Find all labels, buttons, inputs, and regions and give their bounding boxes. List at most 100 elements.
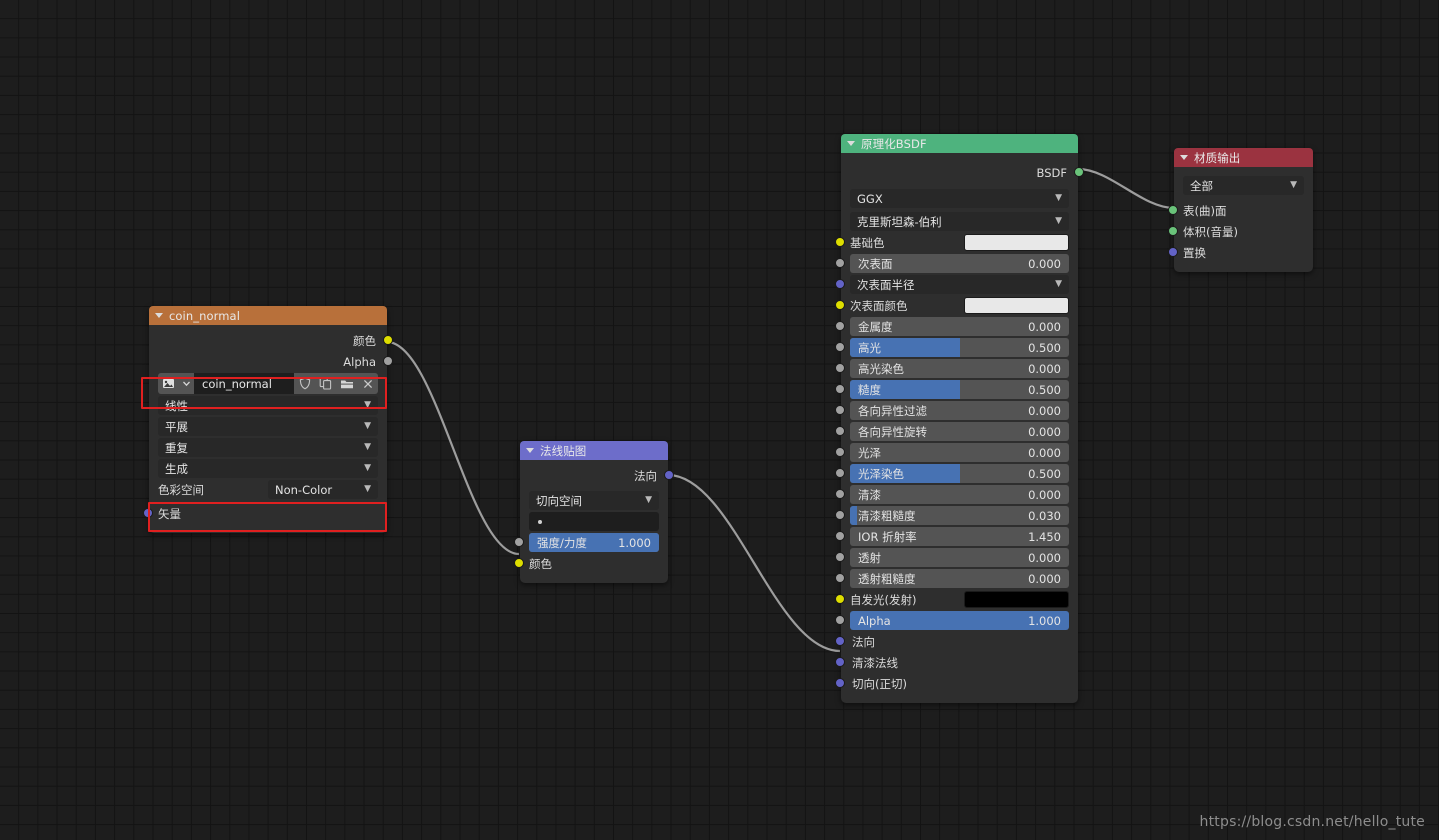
unlink-x-icon[interactable]: [357, 373, 378, 394]
socket-value-input[interactable]: [835, 321, 845, 331]
output-color: 颜色: [158, 331, 393, 350]
color-swatch[interactable]: [964, 591, 1069, 608]
node-image-texture[interactable]: coin_normal 颜色 Alpha coin_normal 线性 ▼ 平展…: [143, 306, 393, 533]
uvmap-field[interactable]: [529, 512, 659, 531]
bsdf-slider[interactable]: 高光染色 0.000: [850, 359, 1069, 378]
space-dropdown[interactable]: 切向空间 ▼: [529, 491, 659, 510]
slider-label: 光泽: [858, 445, 881, 460]
source-dropdown-row: 生成 ▼: [158, 459, 378, 478]
socket-volume-input[interactable]: [1168, 226, 1178, 236]
bsdf-property-row: 法向: [835, 632, 1069, 651]
node-header-principled-bsdf[interactable]: 原理化BSDF: [841, 134, 1078, 153]
node-title: coin_normal: [169, 308, 240, 323]
bsdf-slider[interactable]: 光泽染色 0.500: [850, 464, 1069, 483]
socket-value-input[interactable]: [835, 573, 845, 583]
node-normal-map[interactable]: 法线贴图 法向 切向空间 ▼ 强度/力度 1.000 颜色: [514, 441, 674, 583]
bsdf-slider[interactable]: 金属度 0.000: [850, 317, 1069, 336]
socket-value-input[interactable]: [835, 552, 845, 562]
socket-value-input[interactable]: [835, 342, 845, 352]
bsdf-dropdown[interactable]: 次表面半径 ▼: [850, 275, 1069, 294]
bsdf-slider[interactable]: IOR 折射率 1.450: [850, 527, 1069, 546]
node-material-output[interactable]: 材质输出 全部 ▼ 表(曲)面 体积(音量) 置换: [1168, 148, 1313, 272]
color-swatch[interactable]: [964, 297, 1069, 314]
socket-strength-input[interactable]: [514, 537, 524, 547]
browse-chevron-icon[interactable]: [179, 373, 194, 394]
bsdf-slider[interactable]: Alpha 1.000: [850, 611, 1069, 630]
socket-value-input[interactable]: [835, 384, 845, 394]
collapse-triangle-icon[interactable]: [1180, 155, 1188, 160]
open-folder-icon[interactable]: [336, 373, 357, 394]
socket-vector-input[interactable]: [835, 279, 845, 289]
strength-slider[interactable]: 强度/力度 1.000: [529, 533, 659, 552]
uvmap-row: [529, 512, 659, 531]
socket-color-input[interactable]: [835, 300, 845, 310]
node-editor-canvas[interactable]: coin_normal 颜色 Alpha coin_normal 线性 ▼ 平展…: [0, 0, 1439, 840]
uvmap-dot-icon: [538, 519, 542, 524]
socket-surface-input[interactable]: [1168, 205, 1178, 215]
bsdf-slider[interactable]: 各向异性过滤 0.000: [850, 401, 1069, 420]
socket-vector-input[interactable]: [143, 508, 153, 518]
bsdf-slider[interactable]: 透射粗糙度 0.000: [850, 569, 1069, 588]
bsdf-slider[interactable]: 清漆 0.000: [850, 485, 1069, 504]
socket-value-input[interactable]: [835, 426, 845, 436]
socket-value-input[interactable]: [835, 447, 845, 457]
socket-bsdf-output[interactable]: [1074, 167, 1084, 177]
socket-color-input[interactable]: [514, 558, 524, 568]
collapse-triangle-icon[interactable]: [526, 448, 534, 453]
color-swatch[interactable]: [964, 234, 1069, 251]
socket-displacement-input[interactable]: [1168, 247, 1178, 257]
collapse-triangle-icon[interactable]: [847, 141, 855, 146]
bsdf-slider[interactable]: 透射 0.000: [850, 548, 1069, 567]
source-dropdown[interactable]: 生成 ▼: [158, 459, 378, 478]
socket-color-input[interactable]: [835, 237, 845, 247]
node-header-normal-map[interactable]: 法线贴图: [520, 441, 668, 460]
slider-label: 各向异性过滤: [858, 403, 927, 418]
node-principled-bsdf[interactable]: 原理化BSDF BSDF GGX ▼ 克里斯坦森-伯利 ▼ 基础色 次表面 0.00…: [835, 134, 1084, 703]
bsdf-input-label: 清漆法线: [852, 655, 898, 670]
bsdf-slider[interactable]: 高光 0.500: [850, 338, 1069, 357]
slider-value: 0.500: [1028, 340, 1061, 355]
node-body-principled-bsdf: BSDF GGX ▼ 克里斯坦森-伯利 ▼ 基础色 次表面 0.000 次表面半径 ▼ 次…: [835, 153, 1084, 703]
socket-normal-output[interactable]: [664, 470, 674, 480]
image-icon[interactable]: [158, 373, 179, 394]
bsdf-slider[interactable]: 各向异性旋转 0.000: [850, 422, 1069, 441]
bsdf-property-row: 各向异性过滤 0.000: [835, 401, 1069, 420]
extension-dropdown[interactable]: 重复 ▼: [158, 438, 378, 457]
node-header-image-texture[interactable]: coin_normal: [149, 306, 387, 325]
collapse-triangle-icon[interactable]: [155, 313, 163, 318]
socket-value-input[interactable]: [835, 258, 845, 268]
fake-user-shield-icon[interactable]: [294, 373, 315, 394]
socket-value-input[interactable]: [835, 489, 845, 499]
watermark-text: https://blog.csdn.net/hello_tute: [1199, 814, 1425, 830]
projection-dropdown[interactable]: 平展 ▼: [158, 417, 378, 436]
node-header-material-output[interactable]: 材质输出: [1174, 148, 1313, 167]
target-dropdown[interactable]: 全部 ▼: [1183, 176, 1304, 195]
slider-label: IOR 折射率: [858, 529, 917, 544]
colorspace-dropdown[interactable]: Non-Color ▼: [268, 480, 378, 499]
bsdf-slider[interactable]: 光泽 0.000: [850, 443, 1069, 462]
socket-color-output[interactable]: [383, 335, 393, 345]
socket-alpha-output[interactable]: [383, 356, 393, 366]
distribution-dropdown[interactable]: GGX ▼: [850, 189, 1069, 208]
socket-value-input[interactable]: [835, 405, 845, 415]
interpolation-dropdown[interactable]: 线性 ▼: [158, 396, 378, 415]
socket-value-input[interactable]: [835, 468, 845, 478]
slider-label: 清漆: [858, 487, 881, 502]
bsdf-slider[interactable]: 次表面 0.000: [850, 254, 1069, 273]
socket-value-input[interactable]: [835, 531, 845, 541]
output-normal: 法向: [529, 466, 674, 485]
socket-vector-input[interactable]: [835, 657, 845, 667]
socket-color-input[interactable]: [835, 594, 845, 604]
bsdf-slider[interactable]: 清漆粗糙度 0.030: [850, 506, 1069, 525]
duplicate-icon[interactable]: [315, 373, 336, 394]
bsdf-property-row: 自发光(发射): [835, 590, 1069, 609]
socket-value-input[interactable]: [835, 363, 845, 373]
subsurface-method-dropdown[interactable]: 克里斯坦森-伯利 ▼: [850, 212, 1069, 231]
socket-value-input[interactable]: [835, 615, 845, 625]
socket-vector-input[interactable]: [835, 636, 845, 646]
bsdf-slider[interactable]: 糙度 0.500: [850, 380, 1069, 399]
socket-value-input[interactable]: [835, 510, 845, 520]
image-name-field[interactable]: coin_normal: [194, 373, 294, 394]
socket-vector-input[interactable]: [835, 678, 845, 688]
node-title: 原理化BSDF: [861, 136, 927, 151]
